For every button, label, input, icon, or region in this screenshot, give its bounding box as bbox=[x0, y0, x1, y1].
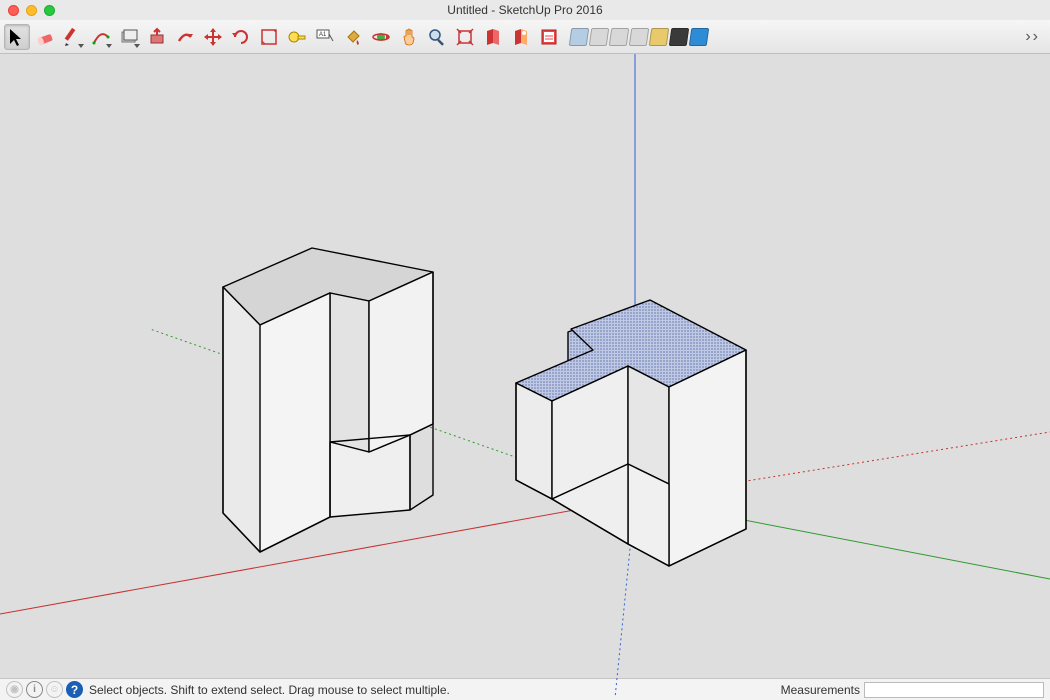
orbit-tool[interactable] bbox=[368, 24, 394, 50]
push-pull-tool[interactable] bbox=[144, 24, 170, 50]
dropdown-caret-icon bbox=[78, 44, 84, 48]
text-icon bbox=[315, 27, 335, 47]
select-tool[interactable] bbox=[4, 24, 30, 50]
zoom-tool[interactable] bbox=[424, 24, 450, 50]
tag-4[interactable] bbox=[629, 28, 650, 46]
zoom-window-button[interactable] bbox=[44, 5, 55, 16]
zoom-icon bbox=[427, 27, 447, 47]
move-tool[interactable] bbox=[200, 24, 226, 50]
tag-2[interactable] bbox=[589, 28, 610, 46]
l-extrusion-left[interactable] bbox=[223, 248, 433, 552]
rotate-tool[interactable] bbox=[228, 24, 254, 50]
tape-measure-tool[interactable] bbox=[284, 24, 310, 50]
tag-6[interactable] bbox=[669, 28, 690, 46]
tape-icon bbox=[287, 27, 307, 47]
l-extrusion-right[interactable] bbox=[516, 300, 746, 566]
whbook2-icon bbox=[511, 27, 531, 47]
layout-tool[interactable] bbox=[536, 24, 562, 50]
line-tool[interactable] bbox=[60, 24, 86, 50]
offset-tool[interactable] bbox=[256, 24, 282, 50]
orbit-icon bbox=[371, 27, 391, 47]
rotate-icon bbox=[231, 27, 251, 47]
extension-warehouse-tool[interactable] bbox=[508, 24, 534, 50]
followme-icon bbox=[175, 27, 195, 47]
eraser-tool[interactable] bbox=[32, 24, 58, 50]
3d-warehouse-tool[interactable] bbox=[480, 24, 506, 50]
pan-icon bbox=[399, 27, 419, 47]
scene-tags bbox=[570, 28, 708, 46]
tag-3[interactable] bbox=[609, 28, 630, 46]
window-title: Untitled - SketchUp Pro 2016 bbox=[0, 3, 1050, 17]
main-toolbar: ›› bbox=[0, 20, 1050, 54]
whbook-icon bbox=[483, 27, 503, 47]
toolbar-overflow-button[interactable]: ›› bbox=[1019, 28, 1046, 46]
model-viewport[interactable] bbox=[0, 54, 1050, 678]
text-tool[interactable] bbox=[312, 24, 338, 50]
dropdown-caret-icon bbox=[134, 44, 140, 48]
paint-bucket-tool[interactable] bbox=[340, 24, 366, 50]
paint-icon bbox=[343, 27, 363, 47]
zoom-extents-tool[interactable] bbox=[452, 24, 478, 50]
axes bbox=[0, 54, 1050, 698]
layout-icon bbox=[539, 27, 559, 47]
offset-icon bbox=[259, 27, 279, 47]
follow-me-tool[interactable] bbox=[172, 24, 198, 50]
tag-7[interactable] bbox=[689, 28, 710, 46]
tag-5[interactable] bbox=[649, 28, 670, 46]
arc-tool[interactable] bbox=[88, 24, 114, 50]
minimize-window-button[interactable] bbox=[26, 5, 37, 16]
zoomext-icon bbox=[455, 27, 475, 47]
dropdown-caret-icon bbox=[106, 44, 112, 48]
title-bar: Untitled - SketchUp Pro 2016 bbox=[0, 0, 1050, 20]
rectangle-tool[interactable] bbox=[116, 24, 142, 50]
tag-1[interactable] bbox=[569, 28, 590, 46]
close-window-button[interactable] bbox=[8, 5, 19, 16]
eraser-icon bbox=[35, 27, 55, 47]
pushpull-icon bbox=[147, 27, 167, 47]
move-icon bbox=[203, 27, 223, 47]
window-controls bbox=[0, 5, 55, 16]
pan-tool[interactable] bbox=[396, 24, 422, 50]
cursor-icon bbox=[7, 27, 27, 47]
